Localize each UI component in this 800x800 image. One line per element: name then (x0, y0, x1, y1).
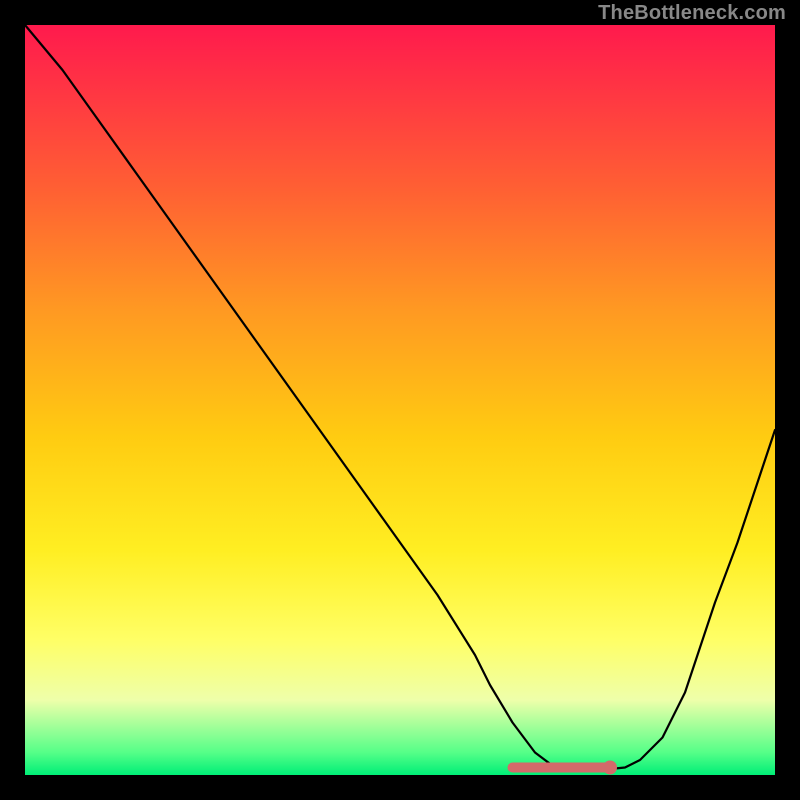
sweetspot-point (603, 761, 617, 775)
chart-stage: TheBottleneck.com (0, 0, 800, 800)
bottleneck-curve (25, 25, 775, 769)
plot-area (25, 25, 775, 775)
watermark-text: TheBottleneck.com (598, 2, 786, 25)
curve-layer (25, 25, 775, 775)
